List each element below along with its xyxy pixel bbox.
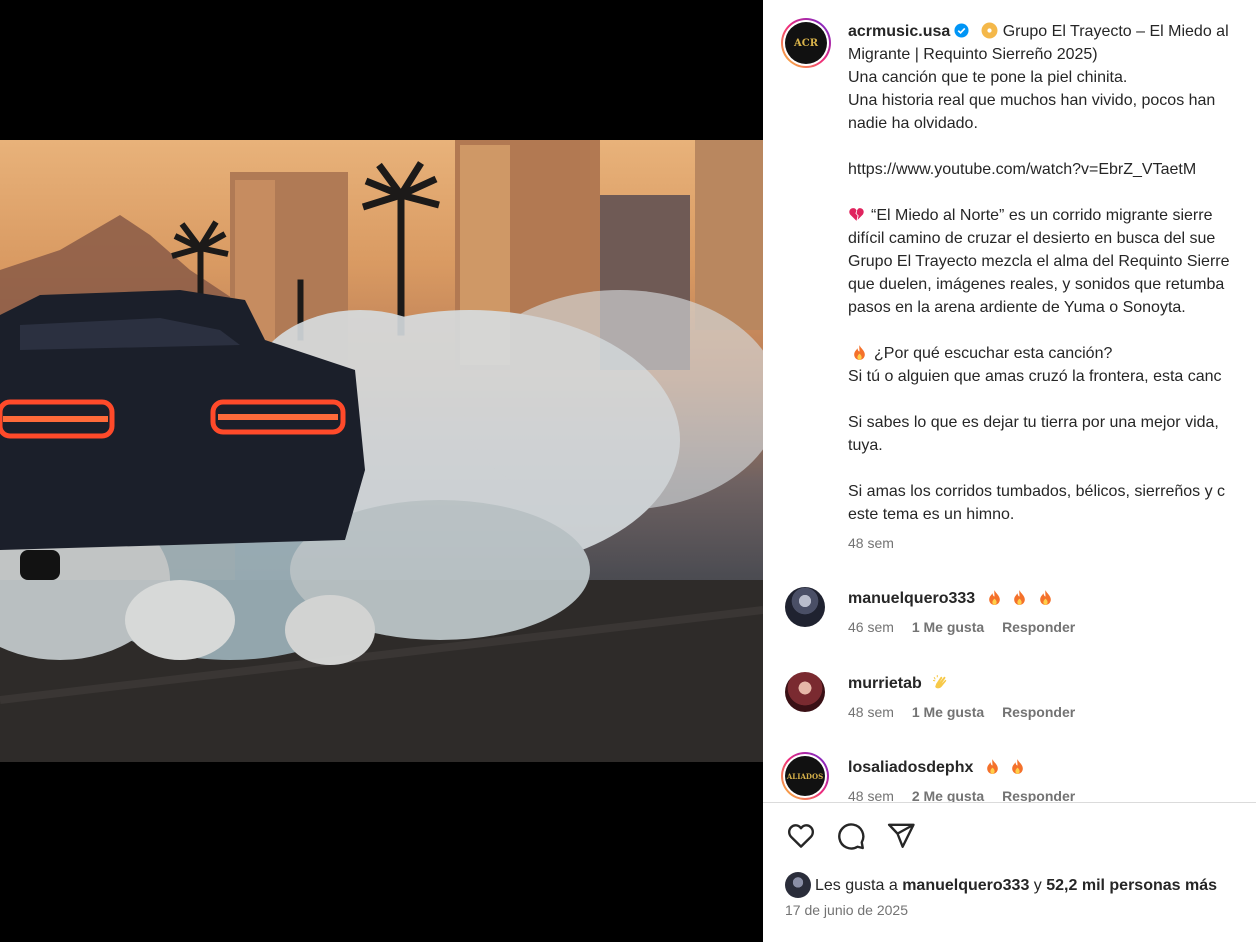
likes-summary: Les gusta a manuelquero333 y 52,2 mil pe… [785,872,1217,898]
caption-line: nadie ha olvidado. [848,115,978,132]
reply-button[interactable]: Responder [1002,704,1075,720]
likes-count-link[interactable]: 52,2 mil personas más [1046,877,1217,894]
fire-emoji-icon [986,590,1054,607]
caption-line: Grupo El Trayecto mezcla el alma del Req… [848,253,1230,270]
comment-body: losaliadosdephx [848,756,1026,780]
video-frame-illustration [0,140,763,762]
fire-emoji-icon [984,759,1026,776]
comment-time: 48 sem [848,788,894,802]
caption-line: Una canción que te pone la piel chinita. [848,69,1128,86]
post-action-bar [783,818,919,854]
caption-line: Si tú o alguien que amas cruzó la fronte… [848,368,1222,385]
caption-line: Si amas los corridos tumbados, bélicos, … [848,483,1226,500]
comment-meta: 46 sem 1 Me gusta Responder [848,619,1089,635]
post-media [0,0,763,942]
cd-disc-emoji-icon [981,22,998,39]
caption-line: este tema es un himno. [848,506,1015,523]
comment-time: 48 sem [848,704,894,720]
caption-line: Grupo El Trayecto – El Miedo al [1002,23,1229,40]
author-avatar[interactable]: ACR [781,18,831,68]
reply-button[interactable]: Responder [1002,619,1075,635]
post-date: 17 de junio de 2025 [785,902,908,918]
comments-scroll-area[interactable]: ACR acrmusic.usa Grupo El Trayecto – El … [763,0,1256,802]
post-video[interactable] [0,140,763,762]
commenter-username[interactable]: murrietab [848,675,922,692]
fire-emoji-icon [854,345,865,360]
comment-likes-link[interactable]: 2 Me gusta [912,788,984,802]
comment-item: ALIADOS losaliadosdephx 48 sem 2 Me gust… [781,752,1255,802]
commenter-avatar-logo: ALIADOS [785,756,825,796]
liker-avatar[interactable] [785,872,811,898]
reply-button[interactable]: Responder [1002,788,1075,802]
share-button[interactable] [883,818,919,854]
comment-item: murrietab 48 sem 1 Me gusta Responder [785,672,1255,732]
comment-meta: 48 sem 2 Me gusta Responder [848,788,1089,802]
caption-youtube-link[interactable]: https://www.youtube.com/watch?v=EbrZ_VTa… [848,158,1256,181]
actions-divider [763,802,1256,803]
comment-meta: 48 sem 1 Me gusta Responder [848,704,1089,720]
verified-badge-icon [954,23,969,38]
comment-time: 46 sem [848,619,894,635]
comment-likes-link[interactable]: 1 Me gusta [912,619,984,635]
author-username[interactable]: acrmusic.usa [848,23,950,40]
share-icon [887,823,915,848]
caption-line: Migrante | Requinto Sierreño 2025) [848,46,1098,63]
comment-button[interactable] [833,818,869,854]
commenter-username[interactable]: losaliadosdephx [848,759,973,776]
comment-item: manuelquero333 46 sem 1 Me gusta Respond… [785,587,1255,647]
commenter-avatar[interactable] [785,587,825,627]
commenter-avatar[interactable]: ALIADOS [781,752,829,800]
caption-line: difícil camino de cruzar el desierto en … [848,230,1216,247]
post-side-panel: ACR acrmusic.usa Grupo El Trayecto – El … [763,0,1256,942]
likes-and: y [1033,877,1042,894]
caption-line: pasos en la arena ardiente de Yuma o Son… [848,299,1186,316]
post-caption: acrmusic.usa Grupo El Trayecto – El Mied… [848,20,1256,555]
broken-heart-emoji-icon [849,208,864,221]
comment-body: manuelquero333 [848,587,1054,611]
comment-body: murrietab [848,672,949,696]
heart-icon [788,824,814,848]
like-button[interactable] [783,818,819,854]
author-avatar-logo: ACR [785,22,827,64]
comment-icon [838,823,865,850]
caption-line: que duelen, imágenes reales, y sonidos q… [848,276,1225,293]
caption-timestamp: 48 sem [848,535,894,551]
commenter-avatar[interactable] [785,672,825,712]
comment-likes-link[interactable]: 1 Me gusta [912,704,984,720]
likes-prefix: Les gusta a [815,877,898,894]
liker-username[interactable]: manuelquero333 [902,877,1029,894]
caption-line: ¿Por qué escuchar esta canción? [874,345,1113,362]
caption-line: “El Miedo al Norte” es un corrido migran… [871,207,1213,224]
clapping-hands-emoji-icon [933,675,947,689]
caption-line: tuya. [848,437,883,454]
commenter-username[interactable]: manuelquero333 [848,590,975,607]
caption-line: Una historia real que muchos han vivido,… [848,92,1216,109]
caption-line: Si sabes lo que es dejar tu tierra por u… [848,414,1219,431]
